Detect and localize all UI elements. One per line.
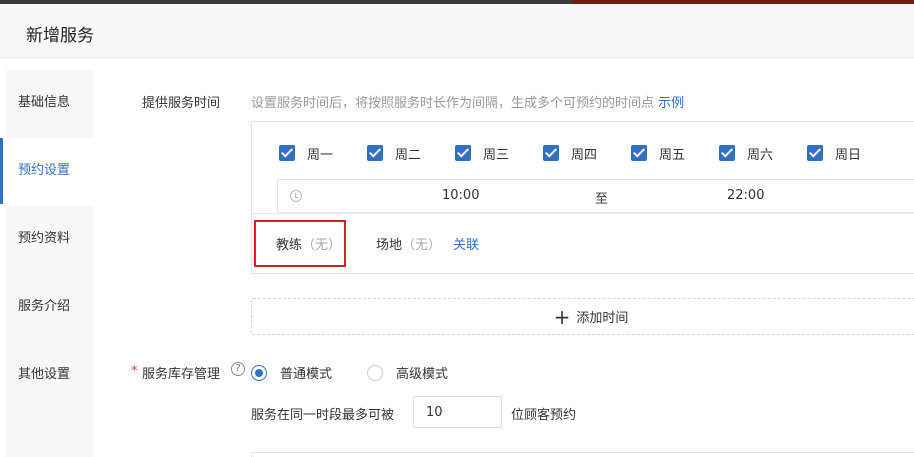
sidebar-filler [6,408,94,457]
clock-icon [290,190,302,202]
checkbox-checked-icon [367,145,383,161]
day-label: 周四 [571,147,598,163]
day-label: 周二 [395,147,422,163]
radio-normal-mode[interactable]: 普通模式 [251,363,332,382]
advanced-settings-box [251,452,914,457]
required-mark: * [131,364,138,379]
add-time-button[interactable]: + 添加时间 [251,298,914,335]
venue-value: （无） [402,238,442,253]
checkbox-checked-icon [631,145,647,161]
page-title: 新增服务 [26,26,94,46]
day-checkbox-wed[interactable]: 周三 [455,144,510,163]
day-checkbox-mon[interactable]: 周一 [279,144,334,163]
radio-advanced-mode[interactable]: 高级模式 [367,363,448,382]
radio-label: 高级模式 [396,367,449,382]
venue-label: 场地 [376,238,403,253]
day-checkbox-thu[interactable]: 周四 [543,144,598,163]
venue-field: 场地（无） [376,234,441,253]
sidebar-item-booking-settings[interactable]: 预约设置 [0,138,94,204]
coach-label: 教练 [276,238,303,253]
divider [252,213,914,214]
time-range-picker[interactable]: 10:00 至 22:00 [277,179,914,213]
day-label: 周日 [835,147,862,163]
capacity-input[interactable] [413,396,502,428]
help-icon[interactable]: ? [231,362,245,376]
capacity-suffix: 位顾客预约 [511,408,577,423]
day-checkbox-sat[interactable]: 周六 [719,144,774,163]
checkbox-checked-icon [807,145,823,161]
day-checkbox-tue[interactable]: 周二 [367,144,422,163]
day-checkbox-sun[interactable]: 周日 [807,144,862,163]
add-time-label: 添加时间 [576,311,629,326]
checkbox-checked-icon [455,145,471,161]
checkbox-checked-icon [719,145,735,161]
modal-header: 新增服务 [0,4,914,58]
end-time[interactable]: 22:00 [727,188,764,203]
capacity-prefix: 服务在同一时段最多可被 [251,408,395,423]
service-time-hint: 设置服务时间后，将按照服务时长作为间隔，生成多个可预约的时间点 示例 [251,92,684,111]
plus-icon: + [553,304,571,329]
sidebar-nav: 基础信息 预约设置 预约资料 服务介绍 其他设置 [0,70,94,457]
inventory-label: 服务库存管理 [142,367,221,382]
sidebar-item-service-intro[interactable]: 服务介绍 [6,274,94,340]
start-time[interactable]: 10:00 [442,188,479,203]
checkbox-checked-icon [543,145,559,161]
service-time-label: 提供服务时间 [142,96,221,111]
service-time-hint-text: 设置服务时间后，将按照服务时长作为间隔，生成多个可预约的时间点 [251,96,655,111]
link-resource-button[interactable]: 关联 [453,234,479,253]
time-slot-card: 周一 周二 周三 周四 周五 周六 周日 10:00 至 22:00 教练（无）… [251,121,914,274]
day-checkbox-fri[interactable]: 周五 [631,144,686,163]
sidebar-item-basic-info[interactable]: 基础信息 [6,70,94,136]
coach-value: （无） [302,238,342,253]
sidebar-item-other-settings[interactable]: 其他设置 [6,342,94,408]
day-label: 周五 [659,147,686,163]
day-label: 周一 [307,147,334,163]
radio-selected-icon [251,364,267,381]
coach-field: 教练（无） [276,234,341,253]
sidebar-item-booking-materials[interactable]: 预约资料 [6,206,94,272]
day-label: 周三 [483,147,510,163]
radio-unselected-icon [367,364,383,381]
checkbox-checked-icon [279,145,295,161]
day-label: 周六 [747,147,774,163]
radio-label: 普通模式 [280,367,333,382]
time-range-separator: 至 [595,192,609,207]
example-link[interactable]: 示例 [658,96,684,111]
